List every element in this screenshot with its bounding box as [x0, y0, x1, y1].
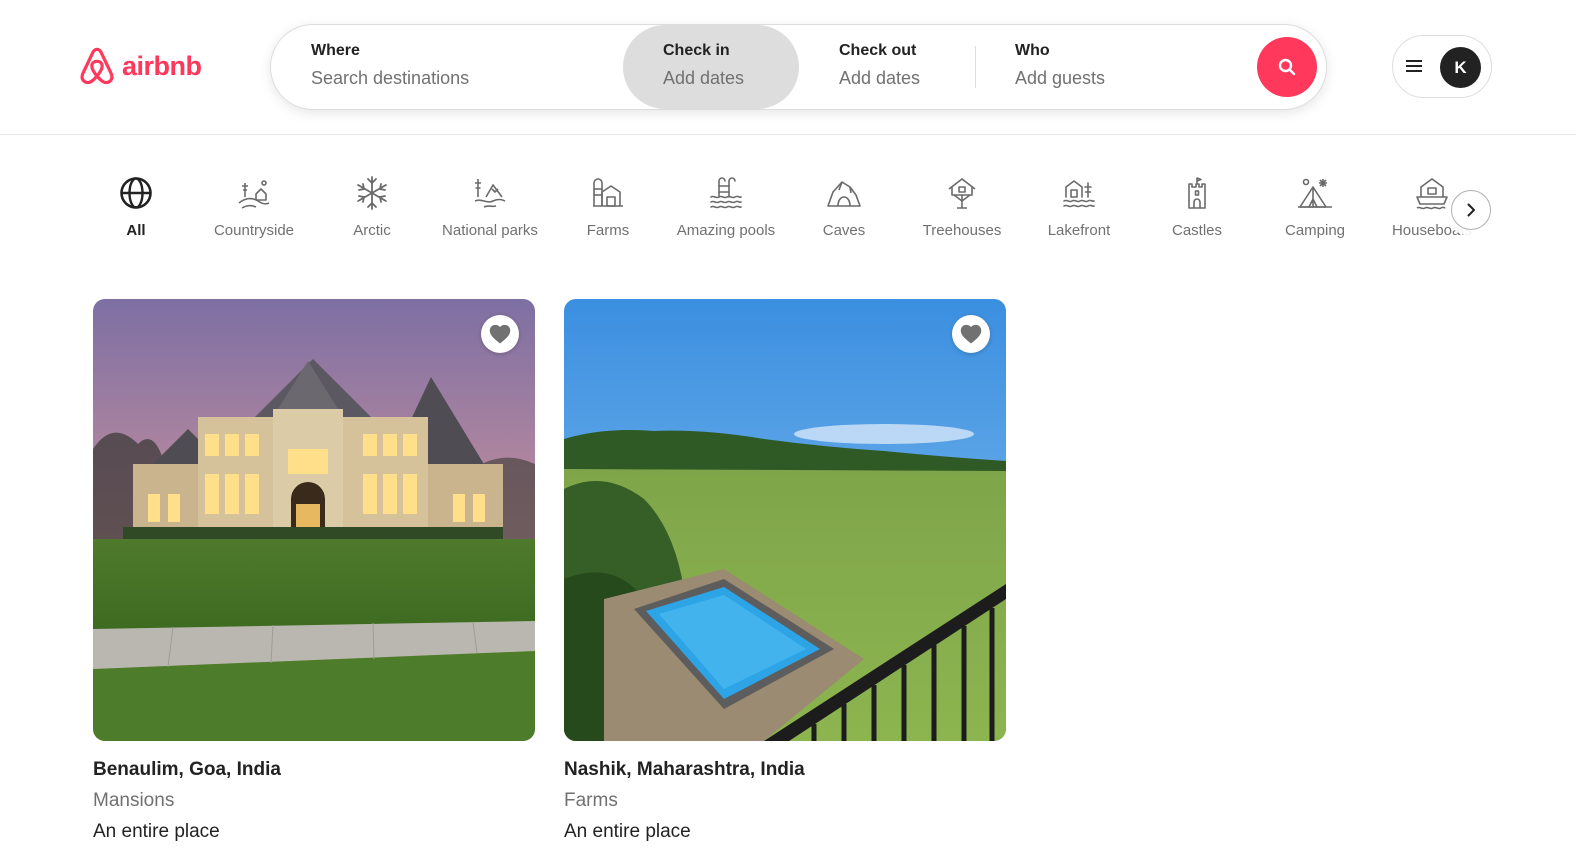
lakefront-icon: [1063, 180, 1095, 208]
category-farms[interactable]: Farms: [553, 175, 663, 250]
listing-image: [564, 299, 1006, 741]
search-bar: Where Check in Add dates Check out Add d…: [270, 24, 1327, 110]
heart-icon: [489, 324, 511, 344]
category-label: All: [126, 222, 146, 239]
where-field[interactable]: Where: [271, 25, 623, 109]
category-amazing-pools[interactable]: Amazing pools: [671, 175, 781, 250]
category-lakefront[interactable]: Lakefront: [1024, 175, 1134, 250]
category-label: Castles: [1171, 222, 1223, 239]
check-in-label: Check in: [663, 42, 730, 59]
category-label: Treehouses: [922, 222, 1002, 239]
national-park-icon: [474, 179, 506, 208]
mansion-photo[interactable]: [93, 299, 535, 741]
who-field[interactable]: Who Add guests: [975, 25, 1327, 109]
who-value: Add guests: [1015, 68, 1106, 88]
category-label: Lakefront: [1047, 222, 1111, 239]
where-input[interactable]: [311, 68, 591, 89]
snowflake-icon: [357, 176, 387, 210]
category-national-parks[interactable]: National parks: [435, 175, 545, 250]
category-countryside[interactable]: Countryside: [199, 175, 309, 250]
listing-image: [93, 299, 535, 741]
hamburger-icon: [1406, 60, 1422, 72]
countryside-icon: [238, 180, 270, 209]
brand-name: airbnb: [122, 50, 202, 81]
camping-icon: [1298, 178, 1332, 208]
top-header: airbnb Where Check in Add dates Check ou…: [0, 0, 1576, 135]
category-label: Caves: [822, 222, 866, 239]
houseboat-icon: [1416, 178, 1448, 210]
farm-icon: [593, 178, 623, 207]
farm-pool-photo[interactable]: [564, 299, 1006, 741]
listing-category: Mansions: [93, 790, 175, 811]
category-bar: All Countryside Arctic National parks Fa…: [0, 160, 1576, 260]
category-label: Amazing pools: [676, 222, 776, 239]
listing-type: An entire place: [93, 821, 220, 842]
listing-card[interactable]: Benaulim, Goa, India Mansions An entire …: [93, 299, 535, 843]
category-treehouses[interactable]: Treehouses: [907, 175, 1017, 250]
check-out-label: Check out: [839, 42, 917, 59]
search-icon: [1278, 58, 1296, 76]
who-label: Who: [1015, 42, 1050, 59]
cave-icon: [827, 181, 861, 207]
heart-icon: [960, 324, 982, 344]
castle-icon: [1188, 177, 1206, 209]
treehouse-icon: [948, 178, 976, 209]
category-label: Camping: [1284, 222, 1346, 239]
listing-location: Benaulim, Goa, India: [93, 759, 281, 780]
category-castles[interactable]: Castles: [1142, 175, 1252, 250]
category-label: Arctic: [353, 222, 391, 239]
globe-icon: [120, 177, 152, 209]
category-arctic[interactable]: Arctic: [317, 175, 427, 250]
user-menu-button[interactable]: K: [1392, 35, 1492, 98]
favorite-button[interactable]: [952, 315, 990, 353]
favorite-button[interactable]: [481, 315, 519, 353]
category-camping[interactable]: Camping: [1260, 175, 1370, 250]
airbnb-logo[interactable]: airbnb: [77, 45, 202, 87]
search-button[interactable]: [1257, 37, 1317, 97]
listing-type: An entire place: [564, 821, 691, 842]
category-caves[interactable]: Caves: [789, 175, 899, 250]
check-in-field[interactable]: Check in Add dates: [623, 25, 799, 109]
where-label: Where: [311, 42, 360, 59]
categories-next-button[interactable]: [1451, 190, 1491, 230]
listing-card[interactable]: Nashik, Maharashtra, India Farms An enti…: [564, 299, 1006, 843]
airbnb-logo-icon: [80, 47, 114, 85]
category-all[interactable]: All: [81, 175, 191, 250]
category-label: Farms: [586, 222, 630, 239]
pool-icon: [710, 177, 742, 209]
category-label: National parks: [442, 222, 538, 239]
listing-category: Farms: [564, 790, 618, 811]
listing-location: Nashik, Maharashtra, India: [564, 759, 805, 780]
check-out-field[interactable]: Check out Add dates: [799, 25, 975, 109]
avatar: K: [1440, 47, 1481, 88]
chevron-right-icon: [1467, 203, 1475, 217]
category-label: Countryside: [213, 222, 295, 239]
